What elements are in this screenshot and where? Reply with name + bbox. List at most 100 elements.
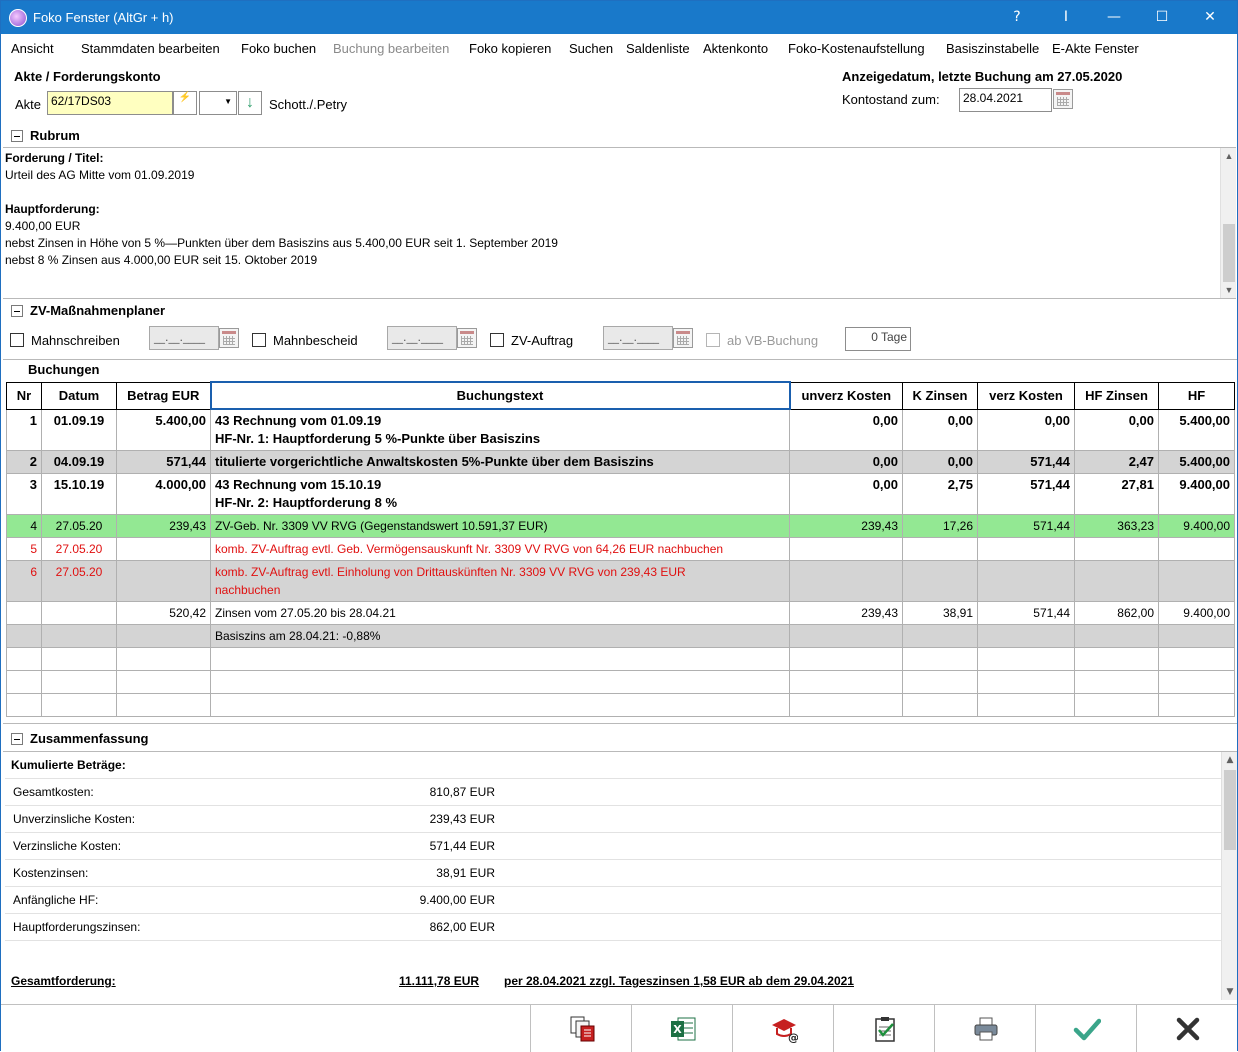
table-cell (6, 624, 42, 648)
collapse-icon[interactable] (11, 130, 23, 142)
summary-label: Gesamtkosten: (13, 785, 94, 799)
empty-cell (210, 693, 790, 717)
menu-suchen[interactable]: Suchen (569, 41, 613, 56)
table-cell (116, 537, 211, 561)
table-row[interactable]: 4 27.05.20 239,43 ZV-Geb. Nr. 3309 VV RVG (… (6, 514, 1235, 538)
table-cell: 17,26 (902, 514, 978, 538)
col-buchungstext[interactable]: Buchungstext (209, 381, 791, 410)
rubrum-scrollbar[interactable]: ▲ ▼ (1220, 148, 1236, 298)
minimize-button[interactable]: — (1091, 1, 1137, 34)
table-cell: 6 (6, 560, 42, 602)
cancel-button[interactable] (1136, 1005, 1237, 1052)
table-cell: 239,43 (116, 514, 211, 538)
table-cell: Zinsen vom 27.05.20 bis 28.04.21 (210, 601, 790, 625)
table-cell: 9.400,00 (1158, 473, 1235, 515)
menu-aktenkonto[interactable]: Aktenkonto (703, 41, 768, 56)
col-unverz-kosten[interactable]: unverz Kosten (789, 381, 903, 410)
scroll-up-icon[interactable]: ▲ (1221, 148, 1237, 164)
scroll-down-icon[interactable]: ▼ (1221, 282, 1237, 298)
table-row[interactable]: 3 15.10.19 4.000,00 43 Rechnung vom 15.10.1… (6, 473, 1235, 515)
menu-bar: Ansicht Stammdaten bearbeiten Foko buche… (1, 37, 1237, 61)
col-betrag[interactable]: Betrag EUR (116, 381, 211, 410)
collapse-icon[interactable] (11, 305, 23, 317)
mahnschreiben-label: Mahnschreiben (31, 333, 120, 348)
maximize-button[interactable]: ☐ (1139, 1, 1185, 34)
buchungen-table: Nr Datum Betrag EUR Buchungstext unverz … (6, 381, 1235, 717)
print-button[interactable] (934, 1005, 1035, 1052)
menu-foko-kostenaufstellung[interactable]: Foko-Kostenaufstellung (788, 41, 925, 56)
empty-cell (902, 647, 978, 671)
excel-export-button[interactable]: X (631, 1005, 732, 1052)
zusammenfassung-title: Zusammenfassung (30, 731, 149, 746)
gesamtforderung-label: Gesamtforderung: (11, 974, 116, 988)
help-button[interactable]: ? (994, 1, 1040, 34)
menu-stammdaten-bearbeiten[interactable]: Stammdaten bearbeiten (81, 41, 220, 56)
scroll-down-icon[interactable]: ▼ (1222, 984, 1238, 1000)
akte-input[interactable]: 62/17DS03 (47, 91, 173, 115)
lightning-icon[interactable]: ⚡ (173, 91, 197, 115)
kontostand-date-input[interactable]: 28.04.2021 (959, 88, 1052, 112)
collapse-icon[interactable] (11, 733, 23, 745)
table-cell: 239,43 (789, 601, 903, 625)
table-cell: 5.400,00 (1158, 450, 1235, 474)
col-verz-kosten[interactable]: verz Kosten (977, 381, 1075, 410)
akte-dropdown[interactable]: ▼ (199, 91, 237, 115)
menu-foko-buchen[interactable]: Foko buchen (241, 41, 316, 56)
cancel-x-icon (1176, 1017, 1200, 1041)
scroll-thumb[interactable] (1224, 770, 1236, 850)
table-row[interactable]: 1 01.09.19 5.400,00 43 Rechnung vom 01.09.1… (6, 408, 1235, 451)
svg-text:@: @ (788, 1031, 798, 1043)
menu-foko-kopieren[interactable]: Foko kopieren (469, 41, 551, 56)
summary-label: Verzinsliche Kosten: (13, 839, 122, 853)
empty-row[interactable] (6, 647, 1235, 671)
empty-row[interactable] (6, 670, 1235, 694)
table-cell: 571,44 (977, 514, 1075, 538)
clipboard-button[interactable] (833, 1005, 934, 1052)
table-cell (789, 537, 903, 561)
arrow-down-icon[interactable]: ↓ (238, 91, 262, 115)
menu-ansicht[interactable]: Ansicht (11, 41, 54, 56)
summary-value: 9.400,00 EUR (419, 893, 495, 907)
menu-basiszinstabelle[interactable]: Basiszinstabelle (946, 41, 1039, 56)
col-nr[interactable]: Nr (6, 381, 42, 410)
col-hf-zinsen[interactable]: HF Zinsen (1074, 381, 1159, 410)
tage-input[interactable]: 0 Tage (845, 327, 911, 351)
empty-row[interactable] (6, 693, 1235, 717)
mahnschreiben-checkbox[interactable] (10, 333, 24, 347)
table-cell: Basiszins am 28.04.21: -0,88% (210, 624, 790, 648)
table-cell: titulierte vorgerichtliche Anwaltskosten… (210, 450, 790, 474)
table-cell: 27.05.20 (41, 514, 117, 538)
mahnbescheid-checkbox[interactable] (252, 333, 266, 347)
scroll-thumb[interactable] (1223, 224, 1235, 282)
table-cell: 0,00 (1074, 408, 1159, 451)
table-cell: 01.09.19 (41, 408, 117, 451)
menu-buchung-bearbeiten: Buchung bearbeiten (333, 41, 450, 56)
summary-value: 239,43 EUR (429, 812, 495, 826)
empty-cell (41, 693, 117, 717)
close-button[interactable]: ✕ (1187, 1, 1233, 34)
email-button[interactable]: @ (732, 1005, 833, 1052)
summary-scrollbar[interactable]: ▲ ▼ (1221, 752, 1237, 1000)
col-datum[interactable]: Datum (41, 381, 117, 410)
table-row[interactable]: 6 27.05.20 komb. ZV-Auftrag evtl. Einholun… (6, 560, 1235, 602)
menu-saldenliste[interactable]: Saldenliste (626, 41, 690, 56)
table-cell (6, 601, 42, 625)
copy-documents-button[interactable] (530, 1005, 631, 1052)
zv-auftrag-checkbox[interactable] (490, 333, 504, 347)
confirm-button[interactable] (1035, 1005, 1136, 1052)
ab-vb-label: ab VB-Buchung (727, 333, 819, 348)
calendar-icon[interactable] (1053, 89, 1073, 109)
col-k-zinsen[interactable]: K Zinsen (902, 381, 978, 410)
table-row[interactable]: 2 04.09.19 571,44 titulierte vorgerichtlich… (6, 450, 1235, 474)
col-hf[interactable]: HF (1158, 381, 1235, 410)
rubrum-text[interactable]: Forderung / Titel: Urteil des AG Mitte v… (3, 147, 1236, 299)
rubrum-line: 9.400,00 EUR (5, 219, 81, 233)
menu-e-akte-fenster[interactable]: E-Akte Fenster (1052, 41, 1139, 56)
table-row[interactable]: 5 27.05.20 komb. ZV-Auftrag evtl. Geb. Ver… (6, 537, 1235, 561)
table-row[interactable]: 520,42 Zinsen vom 27.05.20 bis 28.04.21 23… (6, 601, 1235, 625)
scroll-up-icon[interactable]: ▲ (1222, 752, 1238, 768)
table-row[interactable]: Basiszins am 28.04.21: -0,88% (6, 624, 1235, 648)
table-cell (116, 560, 211, 602)
window-title: Foko Fenster (AltGr + h) (33, 10, 174, 25)
summary-value: 571,44 EUR (429, 839, 495, 853)
